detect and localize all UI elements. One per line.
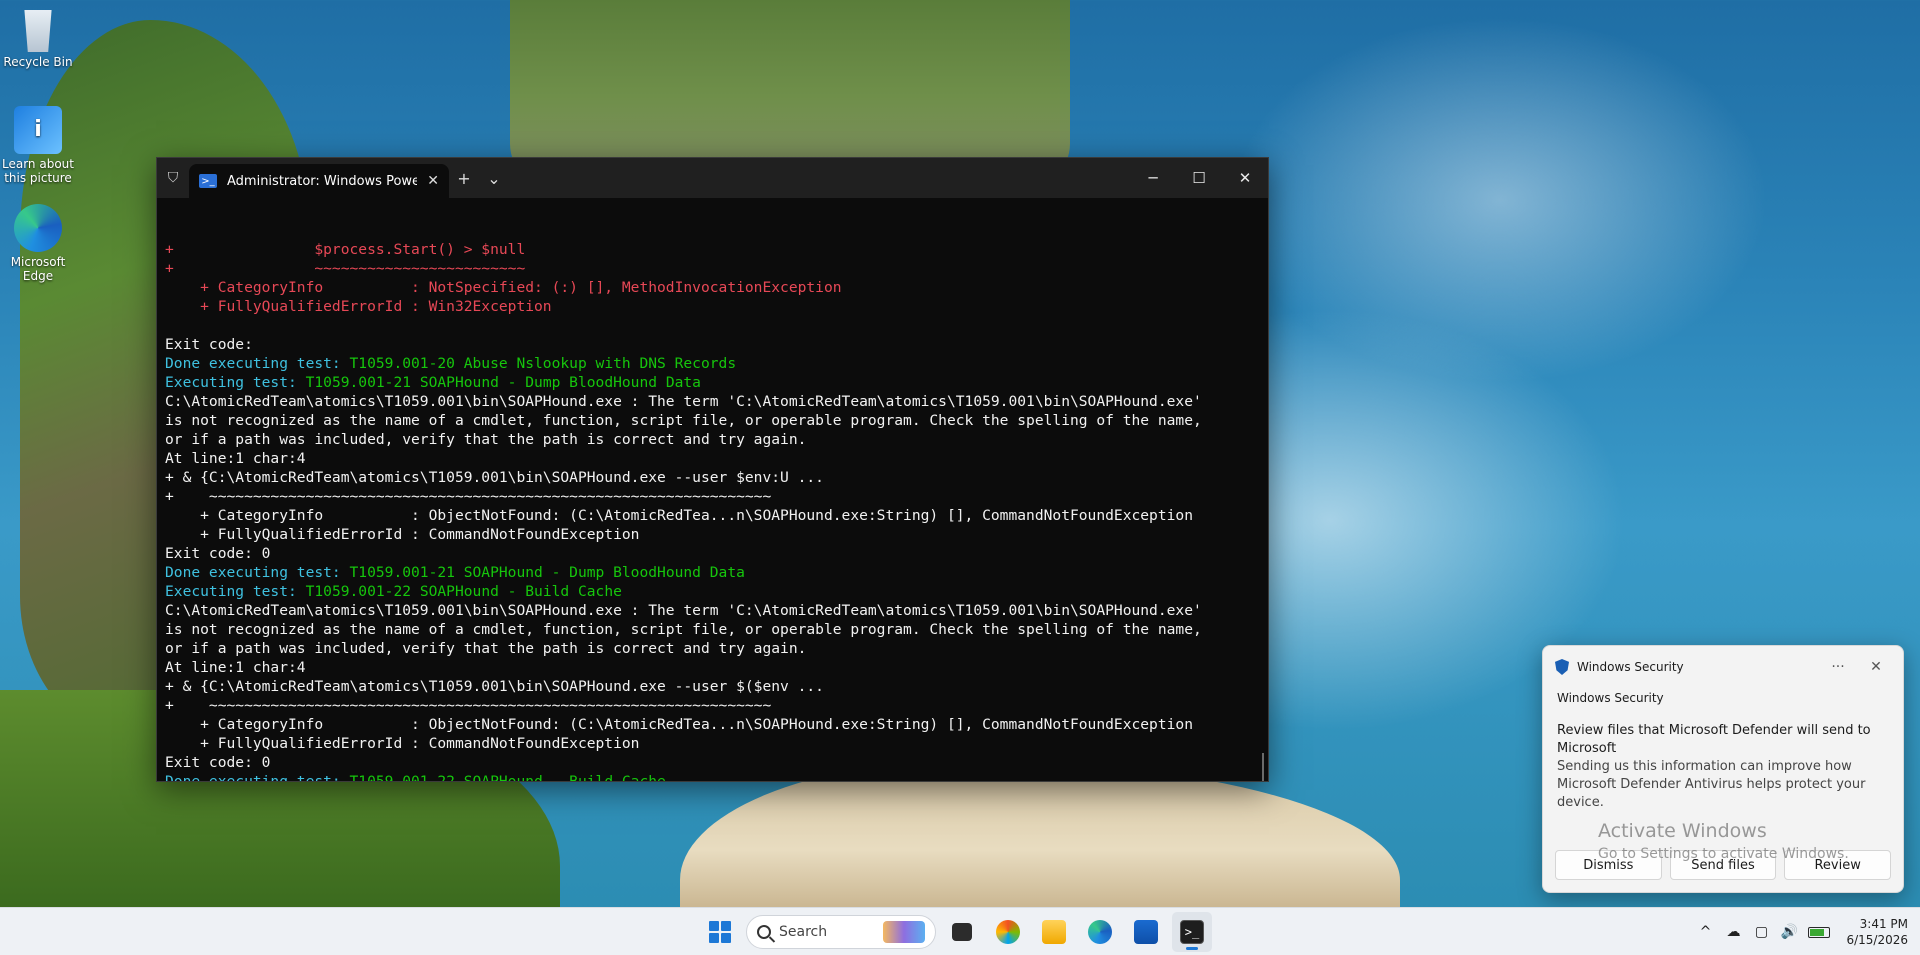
console-line: + FullyQualifiedErrorId : CommandNotFoun…	[165, 526, 640, 543]
console-output[interactable]: + $process.Start() > $null + ~~~~~~~~~~~~…	[157, 198, 1268, 781]
volume-icon[interactable]: 🔊	[1780, 924, 1798, 940]
activate-windows-watermark-subtitle: Go to Settings to activate Windows.	[1598, 846, 1849, 862]
notification-title: Review files that Microsoft Defender wil…	[1557, 723, 1871, 756]
console-line: Exit code: 0	[165, 754, 271, 771]
console-line-prefix: Done executing test:	[165, 355, 350, 372]
search-label: Search	[779, 924, 828, 940]
console-line: or if a path was included, verify that t…	[165, 640, 807, 657]
clock-date: 6/15/2026	[1846, 933, 1908, 947]
store-icon	[1134, 920, 1158, 944]
console-line-prefix: Done executing test:	[165, 773, 350, 781]
taskbar: Search >_ ^ ☁ ▢ 🔊 3:41 PM 6/15/2026	[0, 907, 1920, 955]
tab-title: Administrator: Windows PowerShell	[227, 173, 418, 189]
clock-time: 3:41 PM	[1859, 917, 1908, 931]
console-line: + $process.Start() > $null	[165, 241, 526, 258]
console-line: + CategoryInfo : NotSpecified: (:) [], M…	[165, 279, 842, 296]
console-line-test-name: T1059.001-21 SOAPHound - Dump BloodHound…	[305, 374, 701, 391]
taskbar-search-box[interactable]: Search	[746, 915, 936, 949]
activate-windows-watermark: Activate Windows	[1598, 820, 1767, 842]
console-line: Done executing test: T1059.001-20 Abuse …	[165, 354, 1260, 373]
notification-more-button[interactable]: ···	[1823, 659, 1853, 675]
console-line: + ~~~~~~~~~~~~~~~~~~~~~~~~~~~~~~~~~~~~~~…	[165, 488, 772, 505]
console-line: + CategoryInfo : ObjectNotFound: (C:\Ato…	[165, 507, 1193, 524]
desktop-icon-microsoft-edge[interactable]: Microsoft Edge	[0, 204, 76, 283]
console-line: is not recognized as the name of a cmdle…	[165, 412, 1202, 429]
notification-subtitle: Windows Security	[1557, 691, 1664, 705]
taskbar-clock[interactable]: 3:41 PM 6/15/2026	[1840, 916, 1908, 948]
task-view-icon	[952, 923, 972, 941]
terminal-window[interactable]: ⛉ >_ Administrator: Windows PowerShell ✕…	[156, 157, 1269, 782]
close-button[interactable]: ✕	[1222, 158, 1268, 198]
taskbar-microsoft-365[interactable]	[988, 912, 1028, 952]
desktop-icon-recycle-bin[interactable]: Recycle Bin	[0, 10, 76, 69]
taskbar-terminal[interactable]: >_	[1172, 912, 1212, 952]
terminal-titlebar[interactable]: ⛉ >_ Administrator: Windows PowerShell ✕…	[157, 158, 1268, 198]
console-line-test-name: T1059.001-20 Abuse Nslookup with DNS Rec…	[349, 355, 737, 372]
wallpaper-beach	[680, 760, 1400, 910]
desktop-icon-label: Learn about this picture	[2, 157, 74, 185]
console-line: + FullyQualifiedErrorId : Win32Exception	[165, 298, 552, 315]
new-tab-button[interactable]: +	[449, 169, 479, 188]
notification-app-name: Windows Security	[1577, 660, 1684, 674]
console-line: C:\AtomicRedTeam\atomics\T1059.001\bin\S…	[165, 602, 1202, 619]
microsoft-365-icon	[996, 920, 1020, 944]
tray-overflow-chevron-icon[interactable]: ^	[1696, 924, 1714, 940]
console-line: + ~~~~~~~~~~~~~~~~~~~~~~~~~~~~~~~~~~~~~~…	[165, 697, 772, 714]
tab-dropdown-button[interactable]: ⌄	[479, 169, 509, 188]
console-line: + FullyQualifiedErrorId : CommandNotFoun…	[165, 735, 640, 752]
desktop-icon-label: Microsoft Edge	[10, 255, 66, 283]
console-line: Exit code:	[165, 336, 253, 353]
console-line: At line:1 char:4	[165, 450, 306, 467]
start-button[interactable]	[700, 912, 740, 952]
search-icon	[757, 925, 771, 939]
maximize-button[interactable]: ☐	[1176, 158, 1222, 198]
tab-close-icon[interactable]: ✕	[427, 173, 439, 189]
task-view-button[interactable]	[942, 912, 982, 952]
admin-shield-icon[interactable]: ⛉	[157, 158, 189, 198]
console-line: + CategoryInfo : ObjectNotFound: (C:\Ato…	[165, 716, 1193, 733]
desktop-icon-label: Recycle Bin	[3, 55, 73, 69]
console-line: Exit code: 0	[165, 545, 271, 562]
powershell-icon: >_	[199, 174, 217, 188]
learn-about-picture-icon: i	[14, 106, 62, 154]
battery-icon[interactable]	[1808, 926, 1831, 938]
network-icon[interactable]: ▢	[1752, 924, 1770, 940]
console-line-prefix: Done executing test:	[165, 564, 350, 581]
search-highlight-icon	[883, 921, 925, 943]
desktop-icon-learn-about-picture[interactable]: i Learn about this picture	[0, 106, 76, 185]
edge-icon	[1088, 920, 1112, 944]
console-line-prefix: Executing test:	[165, 583, 306, 600]
terminal-icon: >_	[1180, 920, 1204, 944]
console-line: + & {C:\AtomicRedTeam\atomics\T1059.001\…	[165, 678, 824, 695]
file-explorer-icon	[1042, 920, 1066, 944]
windows-security-shield-icon	[1555, 659, 1569, 675]
tab-powershell[interactable]: >_ Administrator: Windows PowerShell ✕	[189, 164, 449, 198]
console-line: is not recognized as the name of a cmdle…	[165, 621, 1202, 638]
windows-logo-icon	[709, 921, 731, 943]
minimize-button[interactable]: ─	[1130, 158, 1176, 198]
console-scrollbar[interactable]	[1262, 753, 1264, 781]
console-line-prefix: Executing test:	[165, 374, 306, 391]
taskbar-file-explorer[interactable]	[1034, 912, 1074, 952]
console-line: Executing test: T1059.001-21 SOAPHound -…	[165, 373, 1260, 392]
console-line: Executing test: T1059.001-22 SOAPHound -…	[165, 582, 1260, 601]
recycle-bin-icon	[24, 10, 52, 52]
console-line: Done executing test: T1059.001-22 SOAPHo…	[165, 772, 1260, 781]
console-line: At line:1 char:4	[165, 659, 306, 676]
console-line-test-name: T1059.001-22 SOAPHound - Build Cache	[350, 773, 666, 781]
console-line: C:\AtomicRedTeam\atomics\T1059.001\bin\S…	[165, 393, 1202, 410]
console-line: + ~~~~~~~~~~~~~~~~~~~~~~~~	[165, 260, 526, 277]
notification-close-button[interactable]: ✕	[1861, 659, 1891, 675]
console-line: Done executing test: T1059.001-21 SOAPHo…	[165, 563, 1260, 582]
console-line: + & {C:\AtomicRedTeam\atomics\T1059.001\…	[165, 469, 824, 486]
console-line-test-name: T1059.001-22 SOAPHound - Build Cache	[305, 583, 622, 600]
taskbar-edge[interactable]	[1080, 912, 1120, 952]
console-line-test-name: T1059.001-21 SOAPHound - Dump BloodHound…	[349, 564, 745, 581]
taskbar-store[interactable]	[1126, 912, 1166, 952]
notification-body: Sending us this information can improve …	[1557, 759, 1866, 810]
onedrive-icon[interactable]: ☁	[1724, 924, 1742, 940]
edge-icon	[14, 204, 62, 252]
console-line: or if a path was included, verify that t…	[165, 431, 807, 448]
